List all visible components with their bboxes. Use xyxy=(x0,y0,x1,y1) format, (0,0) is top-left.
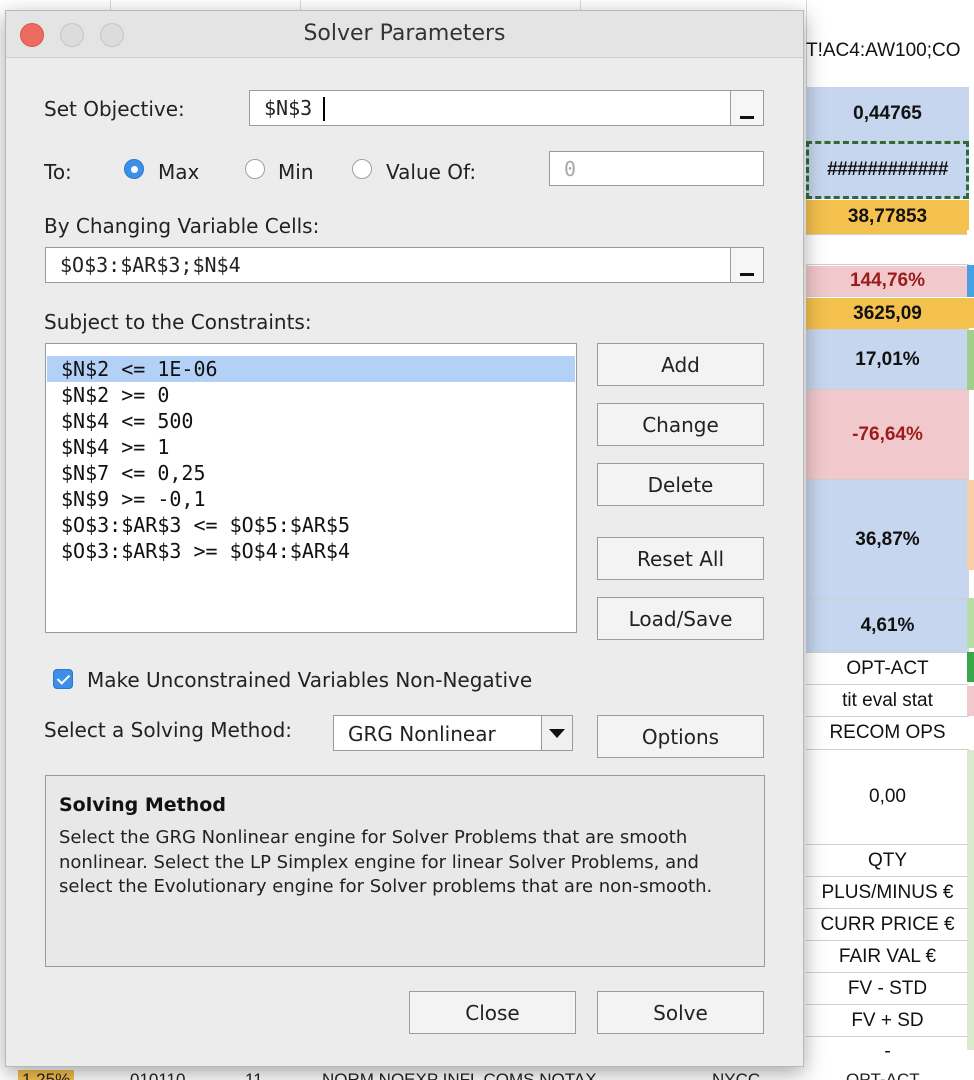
non-negative-label[interactable]: Make Unconstrained Variables Non-Negativ… xyxy=(87,668,532,692)
spreadsheet-cell[interactable]: FV + SD xyxy=(806,1005,969,1037)
spreadsheet-cell[interactable]: 144,76% xyxy=(806,266,969,297)
changing-cells-label: By Changing Variable Cells: xyxy=(44,214,320,238)
solver-parameters-dialog: Solver Parameters Set Objective: $N$3 To… xyxy=(5,10,804,1067)
cell-text: 11 xyxy=(245,1070,263,1080)
solving-method-label: Select a Solving Method: xyxy=(44,718,293,742)
min-radio[interactable] xyxy=(245,159,265,179)
spreadsheet-cell[interactable]: FV - STD xyxy=(806,973,969,1005)
collapse-ref-button[interactable] xyxy=(730,91,763,125)
set-objective-input[interactable]: $N$3 xyxy=(249,90,764,126)
collapse-ref-button[interactable] xyxy=(730,248,763,282)
set-objective-label: Set Objective: xyxy=(44,97,185,121)
cell-text: OPT-ACT xyxy=(846,1070,920,1080)
formula-ref-text: T!AC4:AW100;CO xyxy=(806,40,961,61)
spreadsheet-cell[interactable]: 3625,09 xyxy=(806,298,969,330)
spreadsheet-cell[interactable]: 0,44765 xyxy=(806,87,969,141)
delete-button[interactable]: Delete xyxy=(597,463,764,506)
constraints-list[interactable]: $N$2 <= 1E-06 $N$2 >= 0 $N$4 <= 500 $N$4 >=… xyxy=(45,343,577,633)
cell-text: 010110 xyxy=(130,1070,186,1080)
spreadsheet-cell[interactable]: 0,00 xyxy=(806,750,969,845)
spreadsheet-cell[interactable]: ############ xyxy=(806,141,969,199)
cell-text: NYCC xyxy=(712,1070,761,1080)
solving-method-description: Solving Method Select the GRG Nonlinear … xyxy=(45,775,765,967)
value-of-placeholder: 0 xyxy=(564,157,577,181)
constraint-item[interactable]: $O$3:$AR$3 >= $O$4:$AR$4 xyxy=(47,538,575,564)
spreadsheet-cell[interactable]: 17,01% xyxy=(806,330,969,390)
constraint-item[interactable]: $N$4 <= 500 xyxy=(47,408,575,434)
spreadsheet-cell[interactable]: FAIR VAL € xyxy=(806,941,969,973)
reset-all-button[interactable]: Reset All xyxy=(597,537,764,580)
max-radio[interactable] xyxy=(124,159,144,179)
solve-button[interactable]: Solve xyxy=(597,991,764,1034)
dialog-title: Solver Parameters xyxy=(303,21,506,46)
cell-text: NORM NOEXP INFL COMS NOTAX xyxy=(322,1070,597,1080)
spreadsheet-cell[interactable]: - xyxy=(806,1037,969,1067)
solving-method-select[interactable]: GRG Nonlinear xyxy=(333,715,573,751)
change-button[interactable]: Change xyxy=(597,403,764,446)
value-of-radio[interactable] xyxy=(352,159,372,179)
spreadsheet-cell[interactable]: OPT-ACT xyxy=(806,653,969,685)
spreadsheet-cell[interactable]: RECOM OPS xyxy=(806,717,969,750)
max-radio-label[interactable]: Max xyxy=(158,160,199,184)
load-save-button[interactable]: Load/Save xyxy=(597,597,764,640)
add-button[interactable]: Add xyxy=(597,343,764,386)
bottom-spreadsheet-row: 1,25% 010110 11 NORM NOEXP INFL COMS NOT… xyxy=(0,1066,974,1080)
constraint-item[interactable]: $O$3:$AR$3 <= $O$5:$AR$5 xyxy=(47,512,575,538)
spreadsheet-cell[interactable]: tit eval stat xyxy=(806,685,969,717)
value-of-input[interactable]: 0 xyxy=(549,151,764,186)
collapse-icon xyxy=(740,273,754,276)
spreadsheet-cell[interactable]: QTY xyxy=(806,845,969,877)
to-label: To: xyxy=(44,160,72,184)
spreadsheet-cell[interactable]: PLUS/MINUS € xyxy=(806,877,969,909)
constraint-item[interactable]: $N$2 <= 1E-06 xyxy=(47,356,575,382)
constraint-item[interactable]: $N$9 >= -0,1 xyxy=(47,486,575,512)
description-title: Solving Method xyxy=(59,794,226,816)
constraints-label: Subject to the Constraints: xyxy=(44,310,312,334)
spreadsheet-cell[interactable]: 4,61% xyxy=(806,600,969,653)
spreadsheet-cell[interactable]: -76,64% xyxy=(806,390,969,480)
non-negative-checkbox[interactable] xyxy=(53,669,73,689)
spreadsheet-cell[interactable]: CURR PRICE € xyxy=(806,909,969,941)
cell-text: 1,25% xyxy=(18,1070,75,1080)
spreadsheet-cell[interactable]: 36,87% xyxy=(806,480,969,600)
min-radio-label[interactable]: Min xyxy=(278,160,314,184)
value-of-radio-label[interactable]: Value Of: xyxy=(386,160,476,184)
constraint-item[interactable]: $N$2 >= 0 xyxy=(47,382,575,408)
solving-method-value: GRG Nonlinear xyxy=(348,722,496,746)
constraint-item[interactable]: $N$7 <= 0,25 xyxy=(47,460,575,486)
description-text: Select the GRG Nonlinear engine for Solv… xyxy=(59,827,713,897)
title-bar[interactable]: Solver Parameters xyxy=(6,11,803,58)
text-cursor xyxy=(323,97,325,121)
spreadsheet-cell[interactable]: 38,77853 xyxy=(806,200,969,235)
spreadsheet-cell[interactable] xyxy=(806,235,969,265)
collapse-icon xyxy=(740,116,754,119)
changing-cells-input[interactable]: $O$3:$AR$3;$N$4 xyxy=(45,247,764,283)
changing-cells-value: $O$3:$AR$3;$N$4 xyxy=(60,253,241,277)
set-objective-value: $N$3 xyxy=(264,96,313,120)
dropdown-arrow-icon xyxy=(541,716,572,750)
close-button[interactable]: Close xyxy=(409,991,576,1034)
constraint-item[interactable]: $N$4 >= 1 xyxy=(47,434,575,460)
options-button[interactable]: Options xyxy=(597,715,764,758)
